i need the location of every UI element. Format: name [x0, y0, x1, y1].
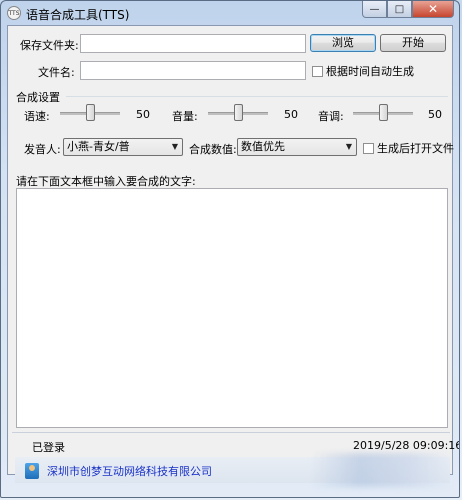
maximize-icon: □ [394, 3, 405, 15]
open-after-checkbox[interactable]: 生成后打开文件 [363, 140, 454, 156]
maximize-button[interactable]: □ [387, 1, 412, 18]
speed-slider[interactable] [60, 104, 120, 122]
pitch-label: 音调: [318, 110, 344, 123]
auto-name-label: 根据时间自动生成 [326, 65, 414, 78]
settings-group-line [66, 96, 448, 97]
start-button[interactable]: 开始 [380, 34, 446, 52]
speaker-select[interactable]: 小燕-青女/普 ▼ [63, 138, 183, 156]
file-name-input[interactable] [80, 61, 306, 80]
login-status: 已登录 [32, 441, 65, 454]
dropdown-arrow-icon: ▼ [171, 142, 178, 151]
save-folder-label: 保存文件夹: [20, 39, 79, 52]
volume-slider[interactable] [208, 104, 268, 122]
company-logo-icon [25, 463, 39, 479]
company-link[interactable]: 深圳市创梦互动网络科技有限公司 [47, 463, 212, 479]
speaker-select-value: 小燕-青女/普 [67, 140, 130, 153]
save-folder-input[interactable] [80, 34, 306, 53]
app-tts-icon: TTS [7, 6, 21, 20]
speed-value: 50 [136, 108, 150, 121]
volume-value: 50 [284, 108, 298, 121]
close-icon: ✕ [427, 2, 439, 16]
pitch-slider-thumb[interactable] [379, 104, 388, 121]
title-bar[interactable]: TTS 语音合成工具(TTS) — □ ✕ [1, 1, 459, 25]
browse-button[interactable]: 浏览 [310, 34, 376, 52]
speed-label: 语速: [24, 110, 50, 123]
speed-slider-thumb[interactable] [86, 104, 95, 121]
value-mode-label: 合成数值: [189, 143, 237, 156]
dropdown-arrow-icon: ▼ [345, 142, 352, 151]
status-separator [12, 432, 450, 433]
settings-group-label: 合成设置 [16, 91, 60, 104]
blurred-watermark [311, 453, 449, 487]
pitch-value: 50 [428, 108, 442, 121]
volume-slider-thumb[interactable] [234, 104, 243, 121]
open-after-label: 生成后打开文件 [377, 142, 454, 155]
open-after-checkbox-box[interactable] [363, 142, 374, 154]
file-name-label: 文件名: [38, 66, 75, 79]
volume-label: 音量: [172, 110, 198, 123]
speaker-label: 发音人: [24, 143, 61, 156]
text-area-label: 请在下面文本框中输入要合成的文字: [16, 175, 196, 188]
synthesis-text-area[interactable] [16, 188, 448, 428]
close-button[interactable]: ✕ [412, 1, 454, 18]
pitch-slider[interactable] [353, 104, 413, 122]
auto-name-checkbox-box[interactable] [312, 65, 323, 77]
value-mode-select-value: 数值优先 [241, 140, 285, 153]
minimize-button[interactable]: — [362, 1, 387, 18]
window-title: 语音合成工具(TTS) [26, 8, 130, 22]
auto-name-checkbox[interactable]: 根据时间自动生成 [312, 63, 414, 79]
app-window: TTS 语音合成工具(TTS) — □ ✕ 保存文件夹: 浏览 开始 文件名: … [0, 0, 460, 498]
status-datetime: 2019/5/28 09:09:16 [353, 439, 460, 452]
caption-buttons: — □ ✕ [362, 1, 454, 19]
minimize-icon: — [369, 3, 380, 15]
client-area: 保存文件夹: 浏览 开始 文件名: 根据时间自动生成 合成设置 语速: 50 音… [7, 25, 459, 475]
value-mode-select[interactable]: 数值优先 ▼ [237, 138, 357, 156]
